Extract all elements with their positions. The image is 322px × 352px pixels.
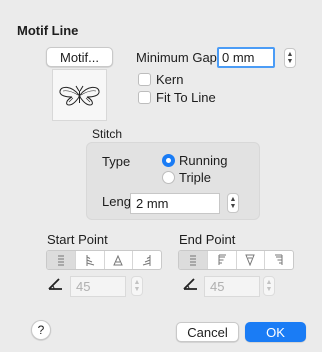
help-button[interactable]: ? — [31, 320, 51, 340]
align-point-icon — [113, 254, 124, 266]
minimum-gap-input[interactable]: 0 mm — [217, 47, 275, 68]
start-align-flat[interactable] — [47, 251, 76, 269]
triple-label: Triple — [179, 170, 212, 185]
minimum-gap-label: Minimum Gap — [136, 50, 217, 65]
end-align-slant-right[interactable] — [208, 251, 237, 269]
triple-radio[interactable] — [162, 171, 175, 184]
stitch-length-stepper[interactable]: ▲ ▼ — [227, 193, 239, 213]
align-slant-icon — [218, 254, 226, 265]
fit-to-line-label: Fit To Line — [156, 90, 216, 105]
chevron-up-icon[interactable]: ▲ — [266, 279, 273, 286]
align-slant-icon — [86, 255, 94, 266]
chevron-down-icon[interactable]: ▼ — [287, 58, 294, 65]
chevron-down-icon[interactable]: ▼ — [230, 203, 237, 210]
kern-label: Kern — [156, 72, 184, 87]
start-align-point[interactable] — [105, 251, 134, 269]
start-angle-stepper[interactable]: ▲ ▼ — [131, 276, 143, 296]
align-slant-left-icon — [275, 254, 283, 265]
start-point-label: Start Point — [47, 232, 108, 247]
stitch-length-input[interactable]: 2 mm — [130, 193, 220, 214]
running-radio[interactable] — [162, 154, 175, 167]
chevron-down-icon[interactable]: ▼ — [134, 286, 141, 293]
align-flat-icon — [189, 255, 196, 266]
motif-button[interactable]: Motif... — [46, 47, 113, 67]
end-angle-stepper[interactable]: ▲ ▼ — [263, 276, 275, 296]
motif-preview — [52, 69, 107, 121]
chevron-down-icon[interactable]: ▼ — [266, 286, 273, 293]
chevron-up-icon[interactable]: ▲ — [134, 279, 141, 286]
end-align-point[interactable] — [237, 251, 266, 269]
start-align-slant-right[interactable] — [76, 251, 105, 269]
align-slant-left-icon — [142, 255, 151, 266]
stitch-type-label: Type — [102, 154, 131, 169]
end-point-segmented-control[interactable] — [178, 250, 294, 270]
fit-to-line-checkbox[interactable] — [138, 91, 151, 104]
start-point-segmented-control[interactable] — [46, 250, 162, 270]
align-point-icon — [245, 254, 256, 266]
end-angle-icon — [182, 277, 198, 294]
start-angle-icon — [47, 277, 63, 294]
stitch-group-label: Stitch — [92, 127, 123, 141]
dialog-title: Motif Line — [17, 23, 79, 38]
kern-checkbox[interactable] — [138, 73, 151, 86]
running-label: Running — [179, 153, 228, 168]
end-align-slant-left[interactable] — [265, 251, 293, 269]
end-align-flat[interactable] — [179, 251, 208, 269]
butterfly-icon — [59, 85, 100, 106]
start-align-slant-left[interactable] — [133, 251, 161, 269]
ok-button[interactable]: OK — [245, 322, 306, 342]
minimum-gap-stepper[interactable]: ▲ ▼ — [284, 48, 296, 68]
start-angle-input[interactable]: 45 — [70, 276, 126, 297]
align-flat-icon — [57, 255, 64, 266]
cancel-button[interactable]: Cancel — [176, 322, 239, 342]
chevron-up-icon[interactable]: ▲ — [287, 51, 294, 58]
end-point-label: End Point — [179, 232, 236, 247]
chevron-up-icon[interactable]: ▲ — [230, 196, 237, 203]
end-angle-input[interactable]: 45 — [204, 276, 260, 297]
